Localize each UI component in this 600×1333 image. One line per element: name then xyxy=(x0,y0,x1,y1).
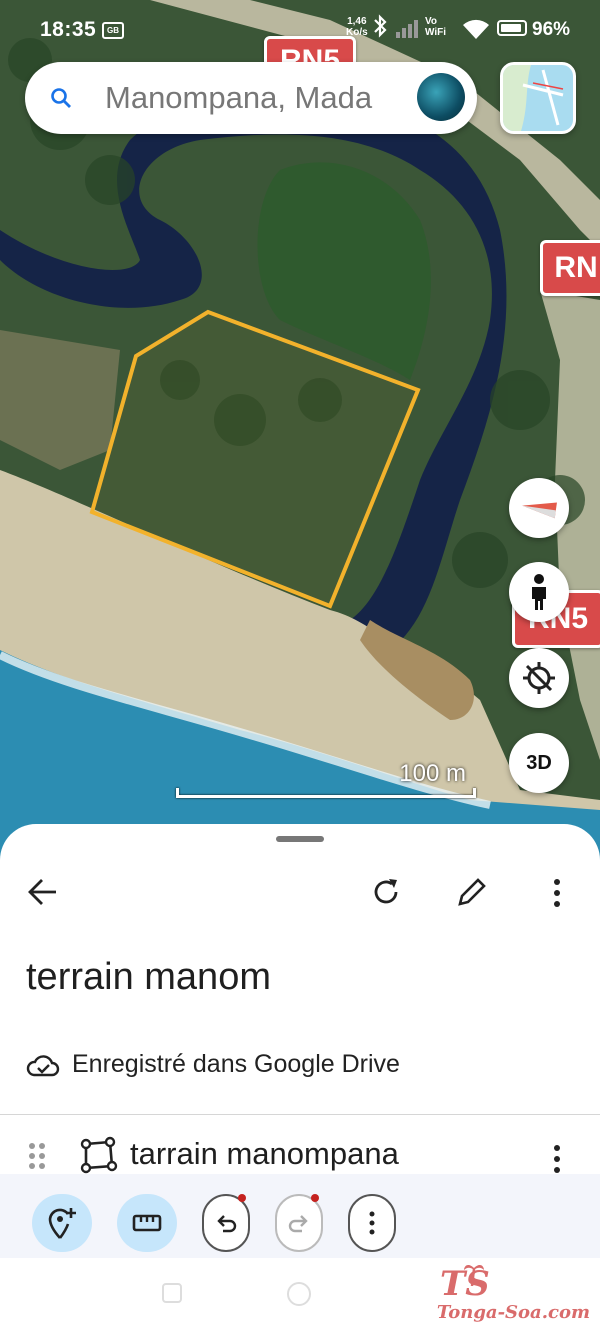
vowifi-indicator: Vo WiFi xyxy=(425,16,446,38)
add-placemark-button[interactable] xyxy=(32,1194,92,1252)
account-avatar[interactable] xyxy=(417,73,465,121)
undo-badge-dot xyxy=(238,1194,246,1202)
saved-status: Enregistré dans Google Drive xyxy=(26,1050,400,1079)
compass-icon xyxy=(522,502,557,519)
cloud-done-icon xyxy=(26,1054,60,1076)
ruler-icon xyxy=(132,1214,162,1232)
street-view-button[interactable] xyxy=(509,562,569,622)
network-speed: 1,46 Ko/s xyxy=(346,16,368,38)
3d-view-button[interactable]: 3D xyxy=(509,733,569,793)
redo-icon xyxy=(288,1215,308,1233)
edit-pencil-icon[interactable] xyxy=(456,876,488,913)
redo-badge-dot xyxy=(311,1194,319,1202)
map-scale: 100 m xyxy=(176,760,476,798)
battery-icon xyxy=(497,20,527,36)
map-layers-button[interactable] xyxy=(500,62,576,134)
add-location-icon xyxy=(48,1208,76,1239)
location-off-icon xyxy=(523,662,555,694)
speed-value: 1,46 xyxy=(347,16,367,27)
map-thumbnail-icon xyxy=(503,65,564,131)
project-title: terrain manom xyxy=(26,956,271,998)
palm-tree-icon xyxy=(462,1260,486,1291)
search-icon[interactable] xyxy=(49,86,73,115)
home-icon[interactable] xyxy=(285,1280,313,1313)
battery-percent: 96% xyxy=(532,19,571,40)
vowifi-bottom: WiFi xyxy=(425,27,447,38)
measure-button[interactable] xyxy=(117,1194,177,1252)
bottom-sheet: terrain manom Enregistré dans Google Dri… xyxy=(0,824,600,1333)
wifi-icon xyxy=(462,18,490,45)
status-bar: 18:35 GB 1,46 Ko/s Vo WiFi 96% xyxy=(0,0,600,60)
saved-text: Enregistré dans Google Drive xyxy=(72,1050,400,1078)
refresh-icon[interactable] xyxy=(370,876,402,913)
signal-icon xyxy=(396,20,420,43)
bluetooth-icon xyxy=(372,14,388,44)
scale-bar xyxy=(176,788,476,798)
undo-button[interactable] xyxy=(202,1194,250,1252)
system-nav-bar: TS Tonga-Soa.com xyxy=(0,1258,600,1333)
divider xyxy=(0,1114,600,1115)
more-vert-icon[interactable] xyxy=(552,878,562,913)
watermark-site: Tonga-Soa.com xyxy=(436,1302,590,1323)
search-bar[interactable]: Manompana, Mada xyxy=(25,62,477,134)
toolbar-more-button[interactable] xyxy=(348,1194,396,1252)
vowifi-top: Vo xyxy=(425,16,438,27)
edit-toolbar xyxy=(0,1174,600,1258)
redo-button[interactable] xyxy=(275,1194,323,1252)
back-arrow-icon[interactable] xyxy=(28,878,58,911)
scale-label: 100 m xyxy=(399,760,466,787)
3d-label: 3D xyxy=(526,751,552,774)
feature-label: tarrain manompana xyxy=(130,1136,399,1171)
road-sign-rn-right: RN xyxy=(540,240,600,296)
speed-unit: Ko/s xyxy=(346,27,368,38)
search-input[interactable]: Manompana, Mada xyxy=(105,80,405,116)
recent-apps-icon[interactable] xyxy=(161,1282,183,1309)
drag-handle-icon[interactable] xyxy=(28,1142,46,1175)
sheet-drag-handle[interactable] xyxy=(276,836,324,842)
network-badge: GB xyxy=(102,22,124,39)
compass-button[interactable] xyxy=(509,478,569,538)
status-time: 18:35 xyxy=(40,18,97,41)
pegman-icon xyxy=(532,574,546,610)
more-vert-icon xyxy=(369,1211,375,1235)
my-location-button[interactable] xyxy=(509,648,569,708)
undo-icon xyxy=(217,1215,237,1233)
